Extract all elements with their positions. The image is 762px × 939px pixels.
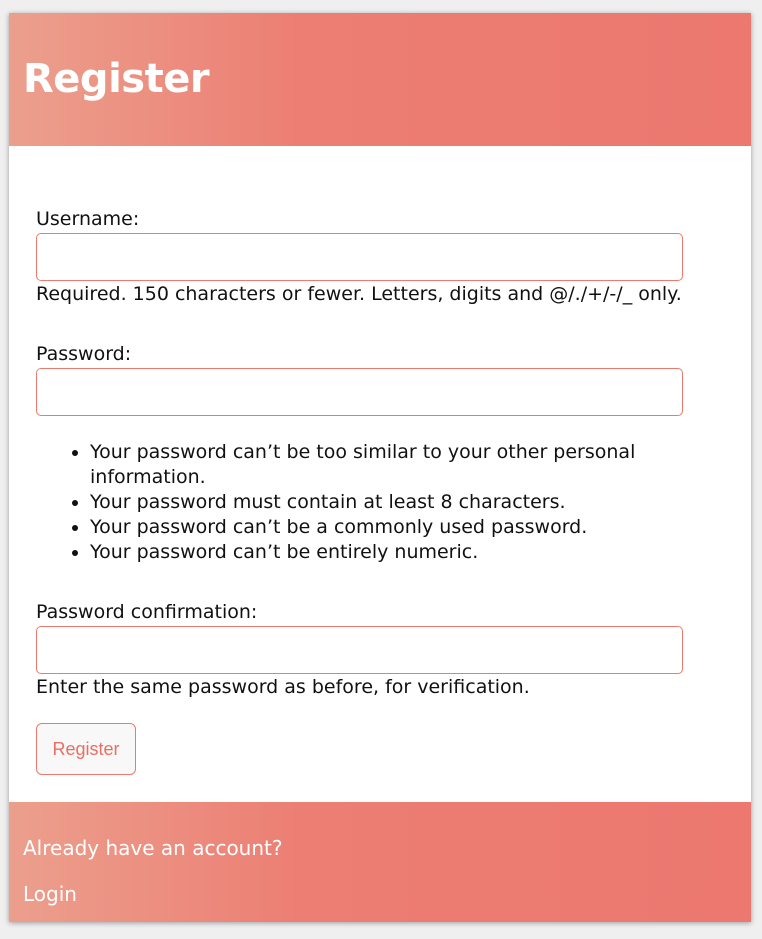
password-confirmation-help-text: Enter the same password as before, for v…	[36, 676, 530, 698]
password-rule: Your password can’t be entirely numeric.	[90, 540, 690, 565]
register-form: Username: Required. 150 characters or fe…	[9, 146, 751, 802]
page: Register Username: Required. 150 charact…	[0, 0, 762, 939]
login-link[interactable]: Login	[23, 882, 77, 906]
register-button[interactable]: Register	[36, 723, 136, 775]
register-card: Register Username: Required. 150 charact…	[9, 13, 751, 922]
username-label: Username:	[36, 208, 140, 230]
password-rule: Your password can’t be a commonly used p…	[90, 515, 690, 540]
password-input[interactable]	[36, 368, 683, 416]
already-have-account-text: Already have an account?	[23, 836, 283, 860]
password-confirmation-label: Password confirmation:	[36, 601, 258, 623]
password-confirmation-input[interactable]	[36, 626, 683, 674]
page-title: Register	[23, 56, 210, 102]
username-input[interactable]	[36, 233, 683, 281]
password-rule: Your password can’t be too similar to yo…	[90, 440, 690, 490]
card-footer: Already have an account? Login	[9, 802, 751, 922]
username-help-text: Required. 150 characters or fewer. Lette…	[36, 283, 682, 305]
card-header: Register	[9, 13, 751, 146]
password-rules-list: Your password can’t be too similar to yo…	[36, 440, 690, 565]
password-rule: Your password must contain at least 8 ch…	[90, 490, 690, 515]
password-label: Password:	[36, 343, 132, 365]
